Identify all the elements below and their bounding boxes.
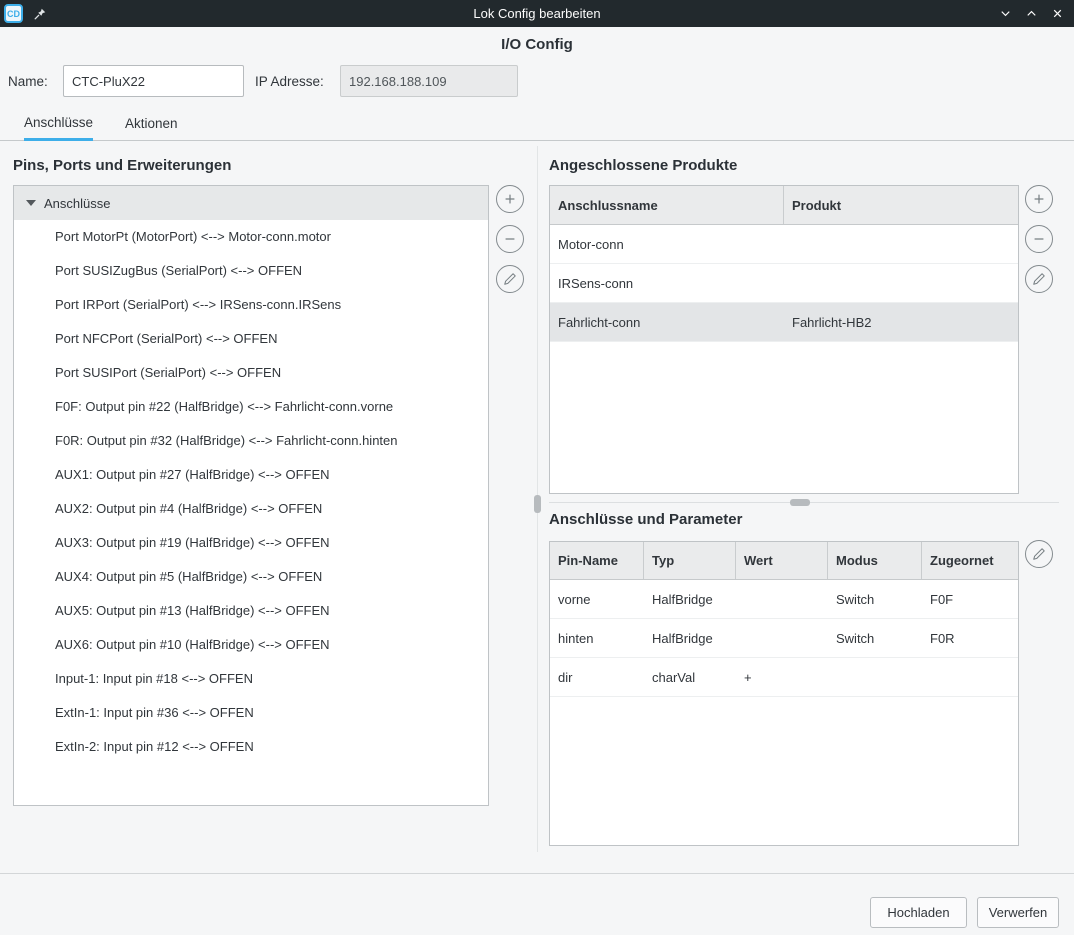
cell-zugeordnet: F0R [922,631,1018,646]
tree-item[interactable]: Port SUSIZugBus (SerialPort) <--> OFFEN [14,254,488,288]
minimize-icon[interactable] [996,5,1014,23]
add-pin-button[interactable] [496,185,524,213]
window-controls [996,5,1066,23]
tree-item[interactable]: AUX1: Output pin #27 (HalfBridge) <--> O… [14,458,488,492]
app-window: CD Lok Config bearbeiten I/O Config Name… [0,0,1074,935]
app-icon[interactable]: CD [4,4,23,23]
name-input[interactable] [63,65,244,97]
column-header-zugeordnet[interactable]: Zugeornet [922,542,1018,579]
page-title: I/O Config [0,36,1074,53]
discard-button[interactable]: Verwerfen [977,897,1059,928]
minus-icon [1032,232,1046,246]
cell-anschlussname: Motor-conn [550,237,784,252]
tree-item[interactable]: Port IRPort (SerialPort) <--> IRSens-con… [14,288,488,322]
plus-icon [1032,192,1046,206]
add-product-button[interactable] [1025,185,1053,213]
pencil-icon [1032,547,1046,561]
name-label: Name: [8,74,48,89]
tree-item[interactable]: Port SUSIPort (SerialPort) <--> OFFEN [14,356,488,390]
params-table: Pin-Name Typ Wert Modus Zugeornet vorne … [549,541,1019,846]
window-title: Lok Config bearbeiten [0,6,1074,21]
tree-item[interactable]: AUX5: Output pin #13 (HalfBridge) <--> O… [14,594,488,628]
table-row-selected[interactable]: Fahrlicht-conn Fahrlicht-HB2 [550,303,1018,342]
tab-aktionen[interactable]: Aktionen [125,106,178,141]
pencil-icon [1032,272,1046,286]
cell-wert: + [736,670,828,685]
cell-pin-name: hinten [550,631,644,646]
pins-ports-heading: Pins, Ports und Erweiterungen [13,157,231,174]
table-row[interactable]: hinten HalfBridge Switch F0R [550,619,1018,658]
tab-bar: Anschlüsse Aktionen [0,107,1074,141]
edit-pin-button[interactable] [496,265,524,293]
cell-pin-name: dir [550,670,644,685]
cell-typ: HalfBridge [644,631,736,646]
products-table: Anschlussname Produkt Motor-conn IRSens-… [549,185,1019,494]
ip-address-label: IP Adresse: [255,74,324,89]
tree-item[interactable]: F0R: Output pin #32 (HalfBridge) <--> Fa… [14,424,488,458]
tree-item[interactable]: F0F: Output pin #22 (HalfBridge) <--> Fa… [14,390,488,424]
cell-typ: HalfBridge [644,592,736,607]
tree-item[interactable]: Port MotorPt (MotorPort) <--> Motor-conn… [14,220,488,254]
tree-item[interactable]: AUX6: Output pin #10 (HalfBridge) <--> O… [14,628,488,662]
column-header-typ[interactable]: Typ [644,542,736,579]
params-table-header: Pin-Name Typ Wert Modus Zugeornet [550,542,1018,580]
tree-item[interactable]: Port NFCPort (SerialPort) <--> OFFEN [14,322,488,356]
pencil-icon [503,272,517,286]
edit-product-button[interactable] [1025,265,1053,293]
pin-icon[interactable] [31,5,49,23]
cell-anschlussname: Fahrlicht-conn [550,315,784,330]
cell-produkt: Fahrlicht-HB2 [784,315,1018,330]
column-header-produkt[interactable]: Produkt [784,186,1018,224]
table-row[interactable]: vorne HalfBridge Switch F0F [550,580,1018,619]
horizontal-splitter-handle[interactable] [790,499,810,506]
column-header-anschlussname[interactable]: Anschlussname [550,186,784,224]
column-header-modus[interactable]: Modus [828,542,922,579]
tree-item[interactable]: AUX2: Output pin #4 (HalfBridge) <--> OF… [14,492,488,526]
remove-product-button[interactable] [1025,225,1053,253]
tree-item[interactable]: AUX4: Output pin #5 (HalfBridge) <--> OF… [14,560,488,594]
tree-item[interactable]: Input-1: Input pin #18 <--> OFFEN [14,662,488,696]
ip-address-input [340,65,518,97]
minus-icon [503,232,517,246]
tab-anschluesse[interactable]: Anschlüsse [24,106,93,141]
column-header-wert[interactable]: Wert [736,542,828,579]
collapse-triangle-icon [26,200,36,206]
tree-root-label: Anschlüsse [44,196,110,211]
cell-modus: Switch [828,592,922,607]
footer-divider [0,873,1074,874]
vertical-splitter-handle[interactable] [534,495,541,513]
column-header-pin-name[interactable]: Pin-Name [550,542,644,579]
tree-item[interactable]: ExtIn-2: Input pin #12 <--> OFFEN [14,730,488,764]
tree-item[interactable]: AUX3: Output pin #19 (HalfBridge) <--> O… [14,526,488,560]
remove-pin-button[interactable] [496,225,524,253]
titlebar: CD Lok Config bearbeiten [0,0,1074,27]
plus-icon [503,192,517,206]
close-icon[interactable] [1048,5,1066,23]
edit-parameter-button[interactable] [1025,540,1053,568]
params-heading: Anschlüsse und Parameter [549,511,742,528]
cell-typ: charVal [644,670,736,685]
table-row[interactable]: Motor-conn [550,225,1018,264]
table-row[interactable]: dir charVal + [550,658,1018,697]
maximize-icon[interactable] [1022,5,1040,23]
pins-tree: Anschlüsse Port MotorPt (MotorPort) <-->… [13,185,489,806]
products-heading: Angeschlossene Produkte [549,157,737,174]
cell-modus: Switch [828,631,922,646]
cell-pin-name: vorne [550,592,644,607]
products-table-header: Anschlussname Produkt [550,186,1018,225]
cell-anschlussname: IRSens-conn [550,276,784,291]
table-row[interactable]: IRSens-conn [550,264,1018,303]
upload-button[interactable]: Hochladen [870,897,967,928]
cell-zugeordnet: F0F [922,592,1018,607]
tree-item[interactable]: ExtIn-1: Input pin #36 <--> OFFEN [14,696,488,730]
tree-root-anschluesse[interactable]: Anschlüsse [14,186,488,220]
